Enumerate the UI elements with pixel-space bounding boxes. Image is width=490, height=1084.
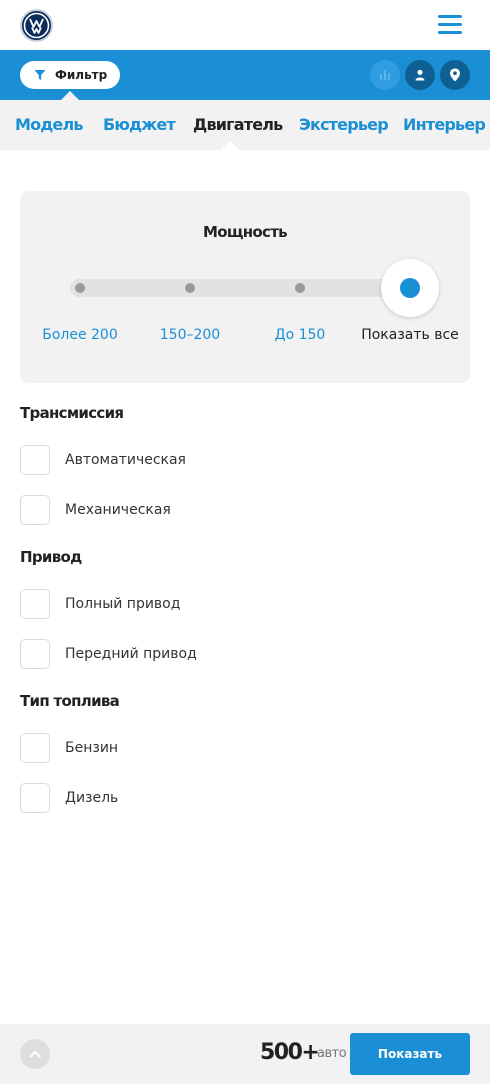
map-pin-icon [450,68,460,82]
option-label: Механическая [65,502,171,518]
volkswagen-logo-icon[interactable] [20,9,53,42]
filter-page: Фильтр Модель Бюджет Двигатель Экстерьер… [0,0,490,1084]
checkbox[interactable] [20,639,50,669]
fuel-type-title: Тип топлива [20,692,120,710]
power-slider-stop-150-200[interactable] [185,283,195,293]
option-label: Полный привод [65,596,181,612]
scroll-top-button[interactable] [20,1039,50,1069]
user-icon [415,69,425,81]
power-slider-stop-under-150[interactable] [295,283,305,293]
show-results-button[interactable]: Показать [350,1033,470,1075]
tab-engine[interactable]: Двигатель [193,115,283,134]
power-option-150-200[interactable]: 150–200 [135,327,245,343]
funnel-icon [34,70,46,80]
filter-button-label: Фильтр [55,68,108,82]
dealer-location-button[interactable] [440,60,470,90]
tab-exterior[interactable]: Экстерьер [299,115,389,134]
option-label: Дизель [65,790,119,806]
active-tab-pointer [221,141,239,150]
option-label: Передний привод [65,646,197,662]
checkbox[interactable] [20,733,50,763]
power-title: Мощность [203,223,288,241]
hamburger-menu-icon[interactable] [436,12,464,38]
power-option-show-all[interactable]: Показать все [355,327,465,343]
option-front-wheel-drive[interactable]: Передний привод [20,639,320,669]
checkbox[interactable] [20,783,50,813]
option-label: Автоматическая [65,452,186,468]
category-tabs: Модель Бюджет Двигатель Экстерьер Интерь… [0,100,490,150]
chevron-up-icon [29,1051,41,1058]
account-button[interactable] [405,60,435,90]
option-automatic[interactable]: Автоматическая [20,445,320,475]
power-slider-stop-over-200[interactable] [75,283,85,293]
filter-button[interactable]: Фильтр [20,61,120,89]
option-label: Бензин [65,740,119,756]
compare-button[interactable] [370,60,400,90]
power-option-over-200[interactable]: Более 200 [25,327,135,343]
option-petrol[interactable]: Бензин [20,733,320,763]
top-bar [0,0,490,50]
tab-interior[interactable]: Интерьер [403,115,486,134]
power-slider-handle[interactable] [381,259,439,317]
transmission-title: Трансмиссия [20,404,124,422]
bottom-bar: 500+ авто Показать [0,1024,490,1084]
checkbox[interactable] [20,495,50,525]
tab-model[interactable]: Модель [15,115,84,134]
power-panel: Мощность Более 200 150–200 До 150 Показа… [20,191,470,383]
checkbox[interactable] [20,589,50,619]
bar-chart-icon [380,70,390,80]
drive-title: Привод [20,548,82,566]
checkbox[interactable] [20,445,50,475]
option-manual[interactable]: Механическая [20,495,320,525]
power-option-under-150[interactable]: До 150 [245,327,355,343]
option-diesel[interactable]: Дизель [20,783,320,813]
power-slider-track[interactable] [70,279,410,297]
results-count: 500+ [260,1040,320,1065]
results-count-unit: авто [317,1046,347,1061]
tab-budget[interactable]: Бюджет [103,115,176,134]
filter-button-pointer [61,91,79,100]
option-all-wheel-drive[interactable]: Полный привод [20,589,320,619]
